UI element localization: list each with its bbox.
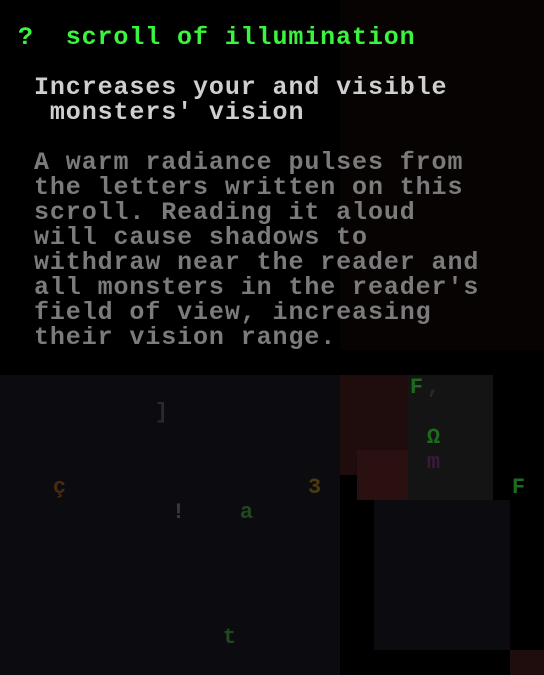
item-description-line: scroll. Reading it aloud: [34, 198, 416, 227]
floor-region: [0, 375, 340, 675]
monster-glyph: F: [409, 375, 424, 400]
item-description-line: field of view, increasing: [34, 298, 432, 327]
item-summary-line: monsters' vision: [34, 98, 305, 127]
monster-glyph: a: [239, 500, 254, 525]
floor-region: [374, 500, 510, 650]
floor-glyph: ,: [426, 375, 441, 400]
monster-glyph: t: [222, 625, 237, 650]
potion-glyph: !: [171, 500, 186, 525]
item-title: ? scroll of illumination: [18, 25, 416, 50]
item-description-line: all monsters in the reader's: [34, 273, 480, 302]
monster-glyph: m: [426, 450, 441, 475]
item-description-line: the letters written on this: [34, 173, 464, 202]
item-description-line: their vision range.: [34, 323, 337, 352]
item-summary-line: Increases your and visible: [34, 73, 448, 102]
monster-glyph: 3: [307, 475, 322, 500]
armour-glyph: ]: [154, 400, 169, 425]
item-description-line: withdraw near the reader and: [34, 248, 480, 277]
item-description-line: will cause shadows to: [34, 223, 368, 252]
lit-floor-tile: [510, 650, 544, 675]
item-name: scroll of illumination: [65, 23, 416, 52]
item-description-panel: ? scroll of illumination Increases your …: [0, 0, 544, 360]
scroll-glyph-icon: ?: [18, 23, 34, 52]
monster-glyph: ç: [52, 475, 67, 500]
monster-glyph: Ω: [426, 425, 441, 450]
monster-glyph: F: [511, 475, 526, 500]
item-description-line: A warm radiance pulses from: [34, 148, 464, 177]
lit-floor-region: [357, 450, 408, 500]
